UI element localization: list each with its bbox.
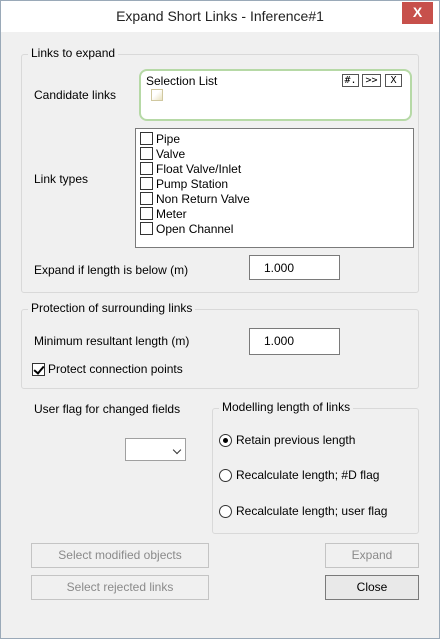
link-type-label: Pump Station — [156, 176, 229, 191]
protect-connection-points-label: Protect connection points — [48, 362, 183, 376]
user-flag-label: User flag for changed fields — [34, 402, 181, 416]
modelling-length-group: Modelling length of links Retain previou… — [212, 400, 419, 534]
modelling-length-title: Modelling length of links — [219, 400, 354, 414]
links-to-expand-group: Links to expand Candidate links Selectio… — [21, 46, 419, 293]
link-types-label: Link types — [34, 172, 89, 186]
link-types-list[interactable]: Pipe Valve Float Valve/Inlet Pump Statio… — [135, 128, 414, 248]
candidate-links-label: Candidate links — [34, 88, 117, 102]
radio-retain-previous-length[interactable]: Retain previous length — [219, 433, 355, 447]
link-type-label: Meter — [156, 206, 187, 221]
checkbox-icon[interactable] — [140, 177, 153, 190]
expand-length-input[interactable]: 1.000 — [249, 255, 340, 280]
radio-label: Recalculate length; user flag — [236, 504, 388, 518]
checkbox-checked-icon[interactable] — [32, 362, 45, 376]
radio-icon[interactable] — [219, 504, 232, 518]
link-type-item-float-valve[interactable]: Float Valve/Inlet — [140, 161, 241, 176]
radio-label: Retain previous length — [236, 433, 356, 447]
dialog-client: Links to expand Candidate links Selectio… — [9, 32, 431, 633]
radio-selected-icon[interactable] — [219, 433, 232, 447]
selection-list-item-icon — [151, 89, 163, 101]
user-flag-dropdown[interactable] — [125, 438, 186, 461]
link-type-item-pump-station[interactable]: Pump Station — [140, 176, 228, 191]
protect-connection-points-checkbox[interactable]: Protect connection points — [32, 362, 183, 376]
selection-list[interactable]: Selection List #. >> X — [139, 69, 412, 121]
protection-group-title: Protection of surrounding links — [28, 301, 196, 315]
radio-icon[interactable] — [219, 468, 232, 482]
checkbox-icon[interactable] — [140, 207, 153, 220]
link-type-item-pipe[interactable]: Pipe — [140, 131, 180, 146]
title-bar: Expand Short Links - Inference#1 X — [1, 1, 439, 32]
link-type-label: Non Return Valve — [156, 191, 250, 206]
link-type-label: Open Channel — [156, 221, 234, 236]
link-type-item-open-channel[interactable]: Open Channel — [140, 221, 233, 236]
checkbox-icon[interactable] — [140, 132, 153, 145]
radio-label: Recalculate length; #D flag — [236, 468, 380, 482]
selection-list-forward-button[interactable]: >> — [362, 74, 381, 87]
checkbox-icon[interactable] — [140, 222, 153, 235]
window-title: Expand Short Links - Inference#1 — [116, 8, 324, 24]
link-type-label: Valve — [156, 146, 186, 161]
expand-length-label: Expand if length is below (m) — [34, 263, 189, 277]
selection-list-clear-button[interactable]: X — [385, 74, 402, 87]
link-type-item-valve[interactable]: Valve — [140, 146, 185, 161]
min-length-input[interactable]: 1.000 — [249, 328, 340, 355]
min-length-label: Minimum resultant length (m) — [34, 334, 190, 348]
select-rejected-links-button[interactable]: Select rejected links — [31, 575, 209, 600]
close-window-icon[interactable]: X — [402, 2, 433, 24]
checkbox-icon[interactable] — [140, 192, 153, 205]
close-button[interactable]: Close — [325, 575, 419, 600]
link-type-item-non-return-valve[interactable]: Non Return Valve — [140, 191, 250, 206]
select-modified-objects-button[interactable]: Select modified objects — [31, 543, 209, 568]
link-type-item-meter[interactable]: Meter — [140, 206, 187, 221]
radio-recalculate-user-flag[interactable]: Recalculate length; user flag — [219, 504, 387, 518]
link-type-label: Float Valve/Inlet — [156, 161, 242, 176]
selection-list-numbers-button[interactable]: #. — [342, 74, 359, 87]
chevron-down-icon — [172, 445, 182, 455]
link-type-label: Pipe — [156, 131, 181, 146]
checkbox-icon[interactable] — [140, 147, 153, 160]
checkbox-icon[interactable] — [140, 162, 153, 175]
dialog-window: Expand Short Links - Inference#1 X Links… — [0, 0, 440, 639]
expand-button[interactable]: Expand — [325, 543, 419, 568]
radio-recalculate-d-flag[interactable]: Recalculate length; #D flag — [219, 468, 379, 482]
selection-list-title: Selection List — [146, 74, 218, 88]
protection-group: Protection of surrounding links Minimum … — [21, 301, 419, 389]
links-to-expand-title: Links to expand — [28, 46, 119, 60]
